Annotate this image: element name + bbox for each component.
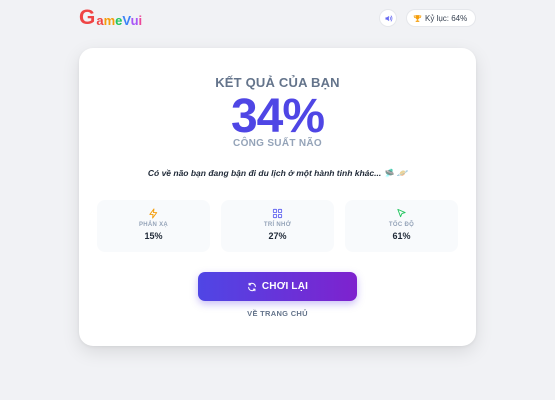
result-comment: Có về não bạn đang bận đi du lịch ở một … — [147, 168, 408, 178]
replay-button[interactable]: CHƠI LẠI — [198, 272, 357, 301]
grid-icon — [272, 208, 283, 219]
logo[interactable]: G ameVui — [79, 7, 142, 29]
score-label: CÔNG SUẤT NÃO — [233, 138, 322, 149]
stat-speed: TỐC ĐỘ 61% — [345, 200, 458, 252]
refresh-icon — [248, 282, 256, 291]
stat-value: 61% — [392, 231, 411, 241]
stat-value: 27% — [268, 231, 287, 241]
lightning-icon — [149, 208, 158, 219]
logo-text: ameVui — [96, 13, 143, 28]
result-card: KẾT QUẢ CỦA BẠN 34% CÔNG SUẤT NÃO Có về … — [79, 48, 476, 346]
cursor-icon — [397, 208, 406, 218]
logo-initial: G — [79, 6, 96, 29]
stat-label: PHẢN XẠ — [138, 222, 169, 228]
result-title: KẾT QUẢ CỦA BẠN — [215, 75, 340, 90]
header: G ameVui Kỷ lục: 64% — [0, 0, 555, 36]
stat-label: TỐC ĐỘ — [388, 222, 415, 228]
record-badge: Kỷ lục: 64% — [406, 9, 476, 27]
record-text: Kỷ lục: 64% — [425, 13, 468, 23]
trophy-icon — [413, 14, 422, 22]
stat-reflex: PHẢN XẠ 15% — [97, 200, 210, 252]
stat-value: 15% — [144, 231, 163, 241]
stat-memory: TRÍ NHỚ 27% — [221, 200, 334, 252]
stats-row: PHẢN XẠ 15% TRÍ NHỚ 27% TỐC ĐỘ 61% — [97, 200, 458, 252]
speaker-icon — [385, 15, 392, 21]
stat-label: TRÍ NHỚ — [263, 222, 292, 228]
sound-toggle-button[interactable] — [379, 9, 397, 27]
score-value: 34% — [230, 90, 325, 143]
home-link[interactable]: VỀ TRANG CHỦ — [79, 309, 476, 318]
replay-label: CHƠI LẠI — [261, 281, 309, 292]
